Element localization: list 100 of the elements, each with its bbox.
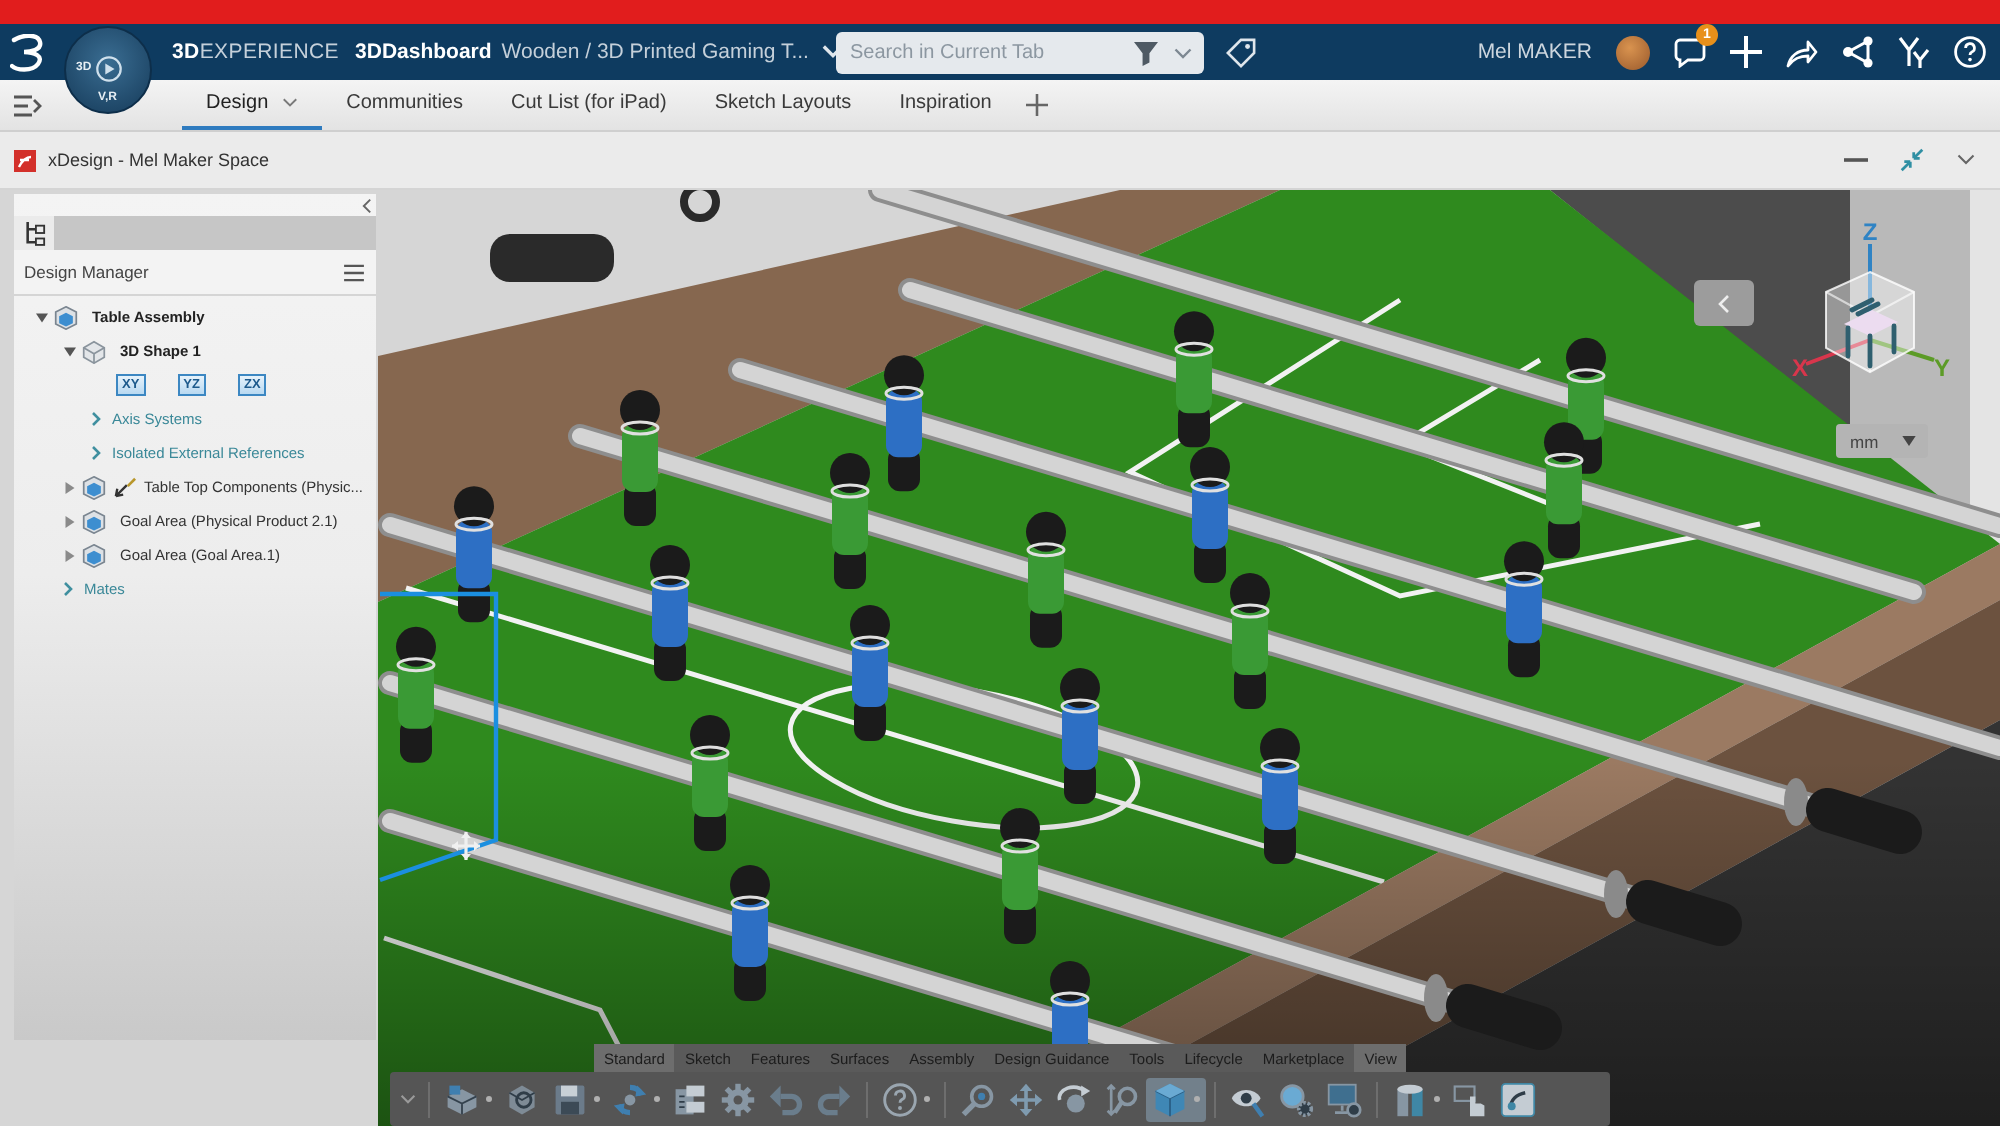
more-button[interactable] [1956, 154, 1976, 166]
player-figure [1174, 311, 1214, 448]
dashboard-tab[interactable]: Sketch Layouts [690, 80, 876, 130]
player-figure [1000, 808, 1040, 944]
cube-icon [54, 305, 78, 329]
cube-icon [82, 509, 106, 533]
rotate-icon [1056, 1081, 1092, 1117]
player-figure [1060, 668, 1100, 804]
property-table-icon [672, 1081, 708, 1117]
shape-icon [82, 339, 106, 363]
undo-icon [768, 1081, 804, 1117]
block-icon [444, 1081, 480, 1117]
refresh-icon [612, 1081, 648, 1117]
share-arrow-icon [1786, 36, 1818, 68]
view-cube[interactable] [1805, 244, 1935, 374]
dashboard-tab[interactable]: Communities [322, 80, 487, 130]
dashboard-title[interactable]: Wooden / 3D Printed Gaming T... [501, 40, 809, 64]
tag-icon[interactable] [1226, 37, 1256, 67]
app-icon [14, 149, 36, 171]
network-icon [1842, 36, 1874, 68]
monitor-gear-icon [1326, 1081, 1362, 1117]
chevron-right-icon[interactable] [92, 412, 102, 426]
player-figure [884, 355, 924, 492]
help-icon [882, 1081, 918, 1117]
player-figure [1260, 728, 1300, 864]
collapse-panel-button[interactable] [362, 197, 372, 213]
tree-icon [23, 220, 45, 246]
player-figure [1544, 422, 1584, 559]
rod-handle [680, 190, 720, 222]
platform-name: 3DEXPERIENCE [172, 40, 340, 64]
collapse-toolbar-button[interactable] [396, 1094, 420, 1104]
plus-icon [1025, 94, 1048, 116]
user-avatar[interactable] [1616, 35, 1650, 69]
chevron-right-icon[interactable] [92, 446, 102, 460]
rod-handle [490, 234, 614, 282]
player-figure [1190, 447, 1230, 583]
filter-icon[interactable] [1134, 41, 1158, 65]
dashboard-tab[interactable]: Cut List (for iPad) [487, 80, 691, 130]
add-button[interactable] [1730, 36, 1762, 68]
tree-tab[interactable] [14, 216, 54, 250]
cube-icon [1152, 1081, 1188, 1117]
axis-label: Z [1862, 218, 1878, 246]
dropdown-dot-icon[interactable] [924, 1096, 930, 1102]
cube-button[interactable] [1146, 1077, 1206, 1121]
chevron-down-icon [400, 1094, 416, 1104]
magnifier-arrow-icon [1104, 1081, 1140, 1117]
forked-lines-icon [1898, 36, 1930, 68]
caret-right-icon[interactable] [64, 481, 76, 493]
player-figure [850, 605, 890, 741]
network-button[interactable] [1842, 36, 1874, 68]
redo-icon [816, 1081, 852, 1117]
player-figure [730, 865, 770, 1001]
panel-title: Design Manager [24, 262, 149, 282]
magnifier-icon [960, 1081, 996, 1117]
axis-label: Y [1934, 354, 1950, 382]
app-title: xDesign - Mel Maker Space [48, 150, 270, 170]
dropdown-dot-icon[interactable] [1194, 1096, 1200, 1102]
chevron-right-icon[interactable] [64, 582, 74, 596]
collapse-arrows-icon [1900, 148, 1924, 172]
dropdown-dot-icon[interactable] [654, 1096, 660, 1102]
dropdown-dot-icon[interactable] [486, 1096, 492, 1102]
player-figure [830, 453, 870, 589]
chat-bubble-icon [1674, 36, 1706, 68]
player-figure [396, 626, 436, 763]
share-button[interactable] [1786, 36, 1818, 68]
player-figure [1230, 573, 1270, 709]
hand-pointer-icon [1452, 1081, 1488, 1117]
menu-arrow-icon [14, 93, 42, 117]
rod-handle[interactable] [1604, 870, 1742, 946]
help-button[interactable] [1954, 36, 1986, 68]
cylinder-halves-icon [1392, 1081, 1428, 1117]
player-figure [1026, 511, 1066, 648]
rod-handle[interactable] [1784, 778, 1922, 854]
dashboard-tab[interactable]: Inspiration [875, 80, 1016, 130]
panel-menu-button[interactable] [344, 263, 364, 281]
menu-icon [344, 263, 364, 281]
axis-label: X [1792, 354, 1808, 382]
player-figure [1504, 541, 1544, 678]
brush-select-icon [1500, 1081, 1536, 1117]
units-dropdown[interactable]: mm [1836, 424, 1928, 458]
player-figure [454, 486, 494, 623]
caret-right-icon[interactable] [64, 549, 76, 561]
caret-down-icon[interactable] [36, 311, 48, 323]
caret-down-icon [1902, 436, 1916, 446]
rod-handle[interactable] [1424, 974, 1562, 1050]
search-field[interactable]: Search in Current Tab [836, 31, 1204, 73]
plus-icon [1730, 36, 1762, 68]
dropdown-dot-icon[interactable] [1434, 1096, 1440, 1102]
shape-icon [504, 1081, 540, 1117]
chevron-down-icon [1956, 154, 1976, 166]
cube-icon [82, 475, 106, 499]
apps-button[interactable] [1898, 36, 1930, 68]
caret-right-icon[interactable] [64, 515, 76, 527]
caret-down-icon[interactable] [64, 345, 76, 357]
collapse-button[interactable] [1900, 148, 1924, 172]
user-name[interactable]: Mel MAKER [1477, 40, 1592, 64]
help-icon [1954, 36, 1986, 68]
player-figure [690, 715, 730, 851]
chevron-left-icon [1718, 293, 1730, 313]
dropdown-dot-icon[interactable] [594, 1096, 600, 1102]
